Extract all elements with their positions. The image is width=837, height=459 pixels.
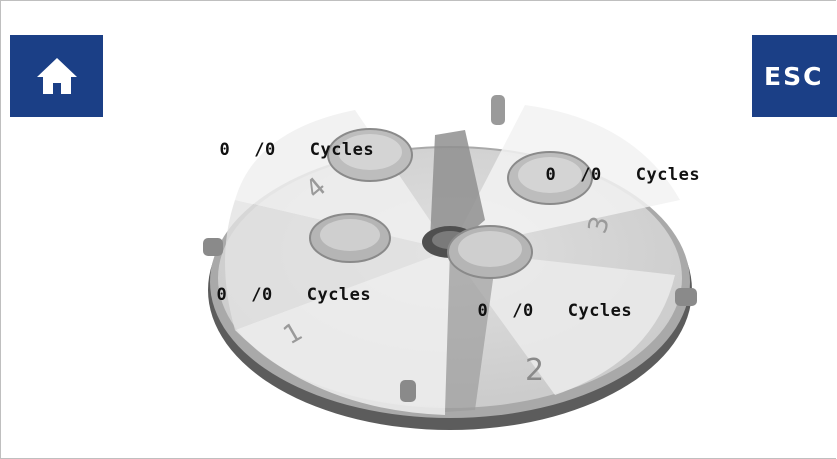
esc-label: ESC	[764, 61, 824, 91]
cycle-counter-position-4: 0/0 Cycles	[198, 120, 374, 160]
home-icon	[36, 58, 77, 94]
cycle-counter-position-3: 0/0 Cycles	[524, 145, 700, 185]
cycle-total: /0	[251, 285, 273, 305]
cycle-unit: Cycles	[567, 301, 633, 321]
cycle-total: /0	[512, 301, 534, 321]
cycle-total: /0	[580, 165, 602, 185]
cycle-counter-position-1: 0/0 Cycles	[195, 265, 371, 305]
position-number-2: 2	[525, 353, 544, 388]
home-button[interactable]	[10, 35, 103, 117]
cycle-current: 0	[545, 165, 557, 185]
cycle-total: /0	[254, 140, 276, 160]
cycle-current: 0	[477, 301, 489, 321]
esc-button[interactable]: ESC	[752, 35, 837, 117]
cycle-unit: Cycles	[309, 140, 375, 160]
cycle-unit: Cycles	[306, 285, 372, 305]
cycle-current: 0	[219, 140, 231, 160]
cycle-current: 0	[216, 285, 228, 305]
cycle-unit: Cycles	[635, 165, 701, 185]
cycle-counter-position-2: 0/0 Cycles	[456, 281, 632, 321]
